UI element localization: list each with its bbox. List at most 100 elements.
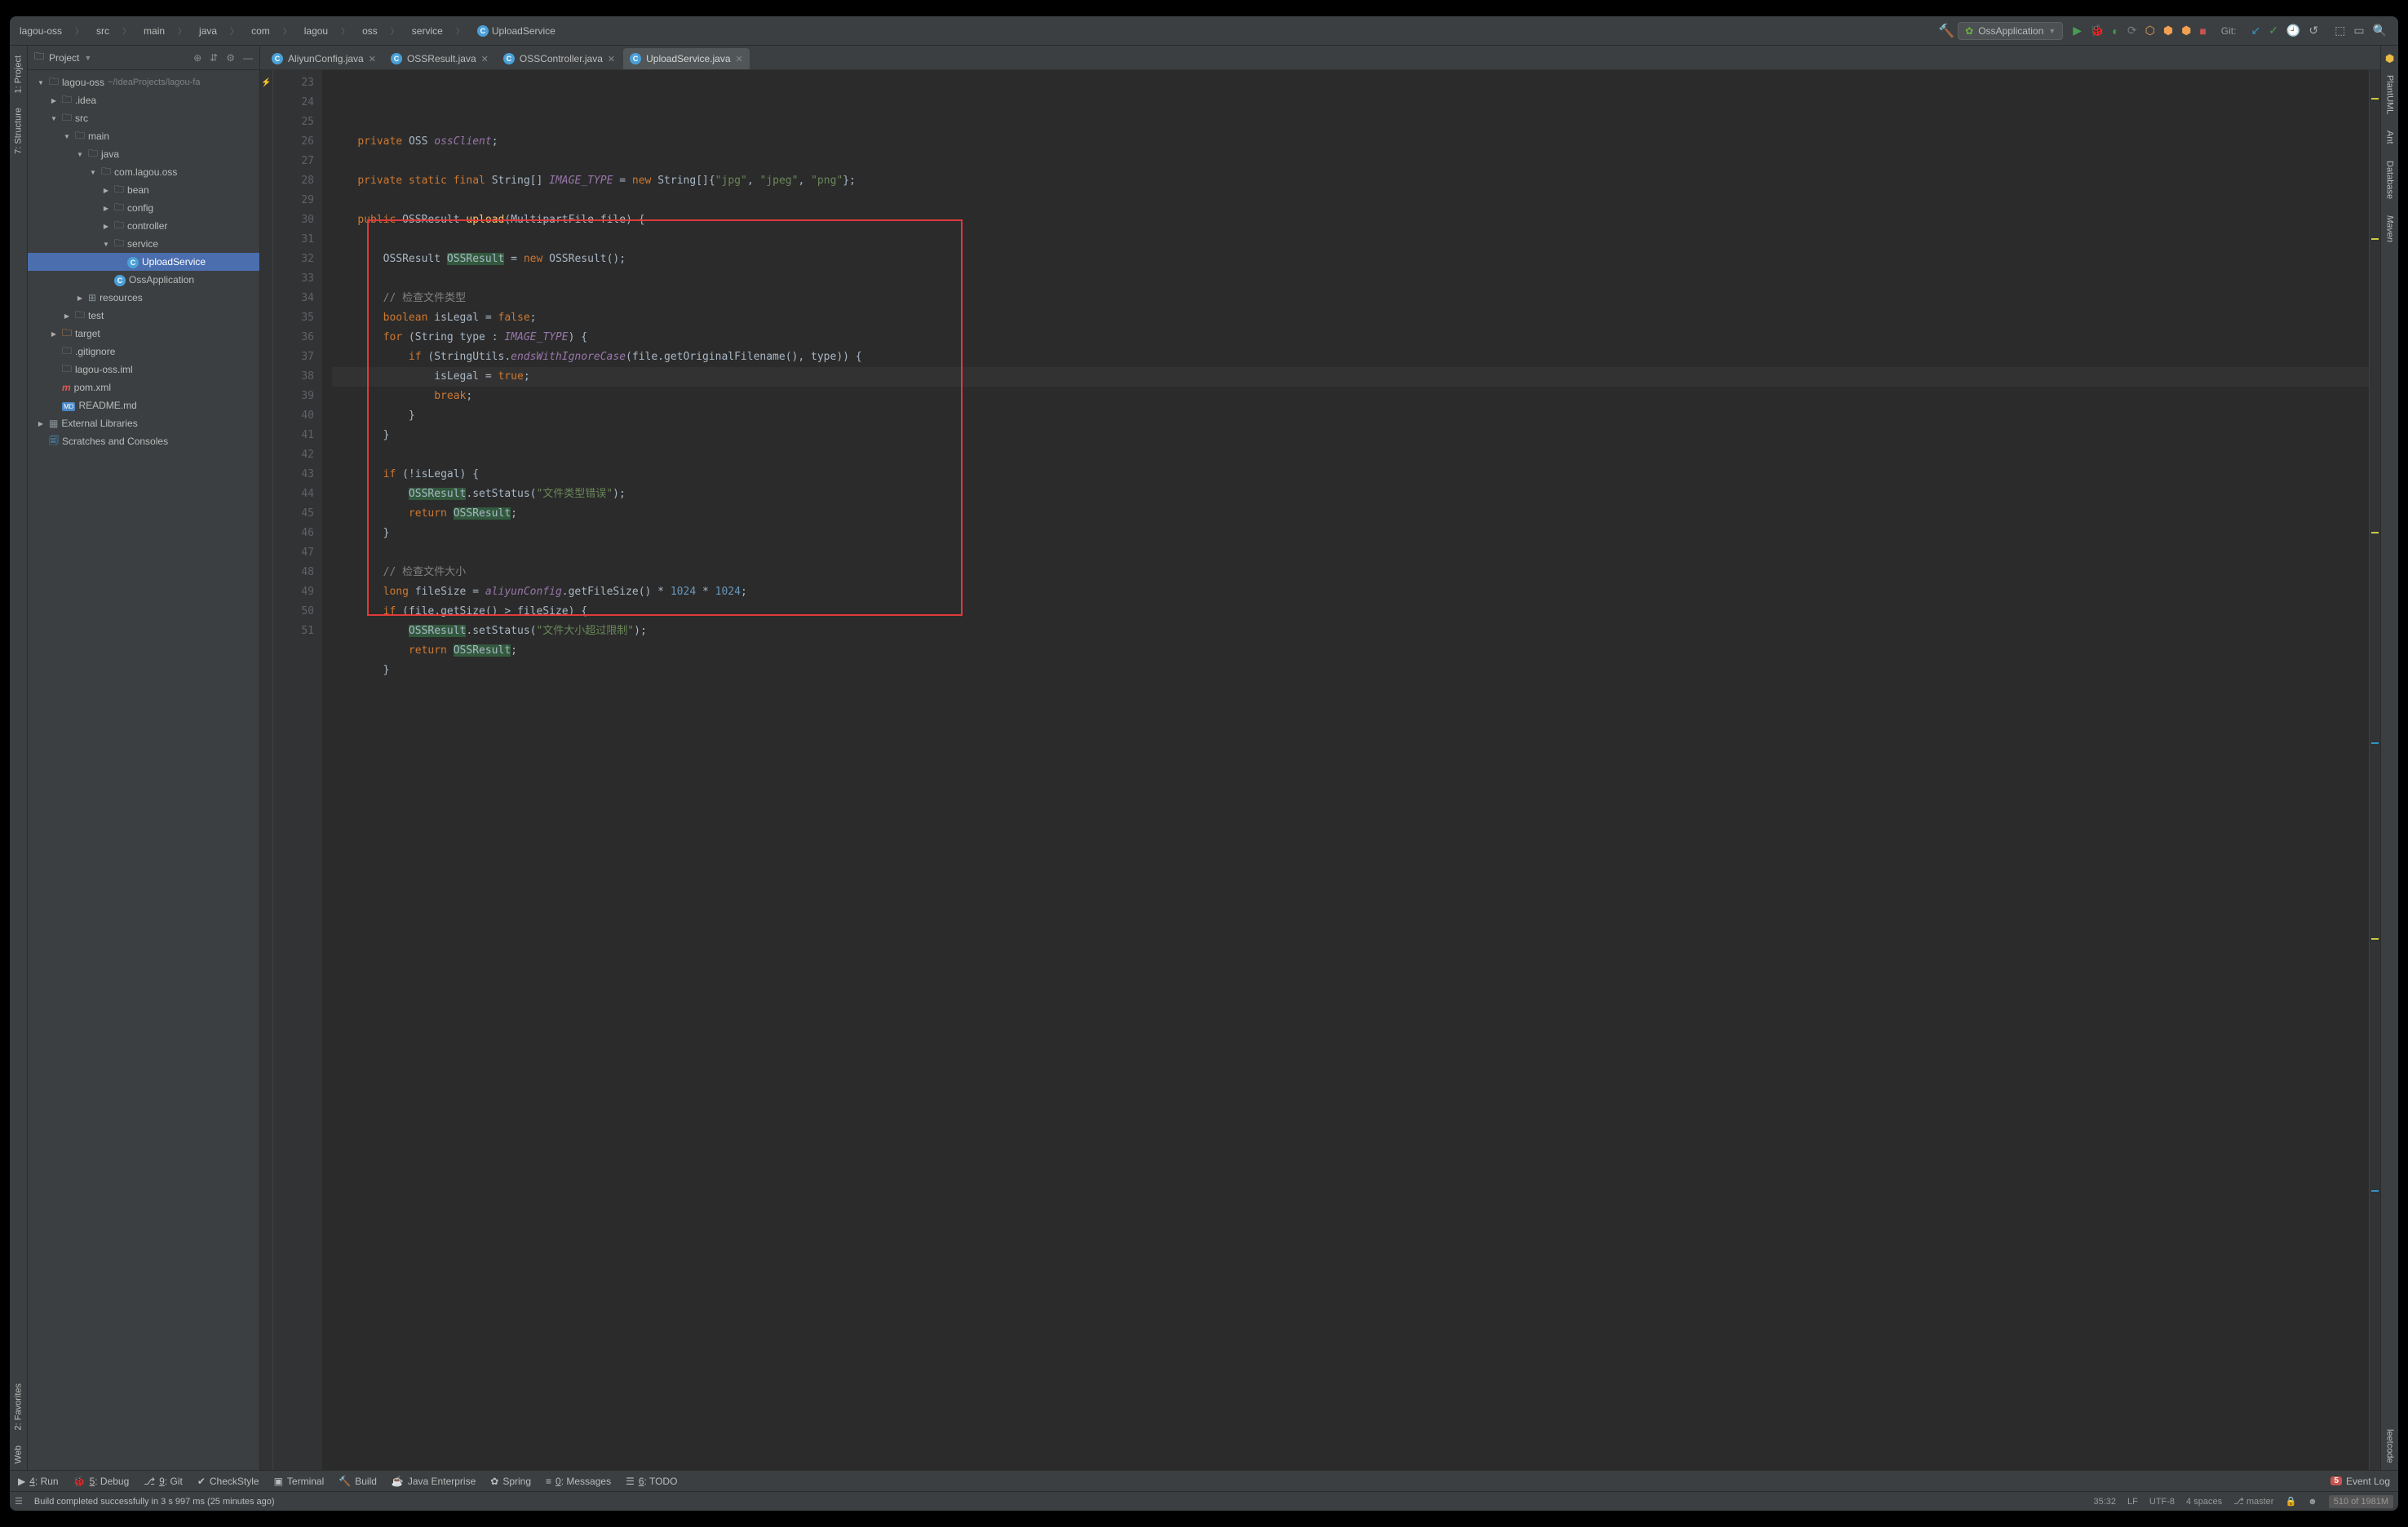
tree-src[interactable]: ▼🗀src bbox=[28, 109, 259, 127]
code-line[interactable]: if (!isLegal) { bbox=[332, 465, 2369, 485]
tab-OSSResult.java[interactable]: COSSResult.java✕ bbox=[384, 48, 495, 69]
tab-AliyunConfig.java[interactable]: CAliyunConfig.java✕ bbox=[265, 48, 383, 69]
event-log-button[interactable]: 5Event Log bbox=[2331, 1476, 2390, 1487]
close-icon[interactable]: ✕ bbox=[736, 54, 743, 64]
breadcrumb[interactable]: lagou-oss〉src〉main〉java〉com〉lagou〉oss〉se… bbox=[15, 21, 560, 40]
tool-plantuml[interactable]: PlantUML bbox=[2384, 69, 2397, 121]
tree-README.md[interactable]: MDREADME.md bbox=[28, 396, 259, 414]
overview-ruler[interactable] bbox=[2369, 70, 2380, 1470]
tree-twistie[interactable]: ▼ bbox=[101, 241, 111, 248]
tree-UploadService[interactable]: CUploadService bbox=[28, 253, 259, 271]
breadcrumb-com[interactable]: com bbox=[246, 22, 275, 40]
tree-lagou-oss[interactable]: ▼🗀lagou-oss ~/IdeaProjects/lagou-fa bbox=[28, 73, 259, 91]
tree-twistie[interactable]: ▶ bbox=[62, 312, 72, 320]
search-everywhere-button[interactable]: 🔍 bbox=[2373, 24, 2387, 38]
tool-terminal[interactable]: ▣Terminal bbox=[274, 1476, 325, 1487]
tool-todo[interactable]: ☰6: TODO bbox=[626, 1476, 677, 1487]
code-line[interactable]: if (StringUtils.endsWithIgnoreCase(file.… bbox=[332, 347, 2369, 367]
code-line[interactable] bbox=[332, 152, 2369, 171]
indent[interactable]: 4 spaces bbox=[2186, 1497, 2222, 1507]
tool-spring[interactable]: ✿Spring bbox=[490, 1476, 531, 1487]
tool-favorites[interactable]: 2: Favorites bbox=[10, 1377, 27, 1436]
tool-leetcode[interactable]: leetcode bbox=[2384, 1423, 2397, 1470]
breadcrumb-src[interactable]: src bbox=[91, 22, 114, 40]
build-icon[interactable]: 🔨 bbox=[1938, 23, 1954, 39]
debug-button[interactable]: 🐞 bbox=[2090, 24, 2104, 38]
tree-twistie[interactable]: ▼ bbox=[75, 151, 85, 158]
tool-structure[interactable]: 7: Structure bbox=[10, 101, 27, 161]
tree-lagou-oss.iml[interactable]: 🗀lagou-oss.iml bbox=[28, 361, 259, 378]
code-line[interactable]: for (String type : IMAGE_TYPE) { bbox=[332, 328, 2369, 347]
chevron-down-icon[interactable]: ▼ bbox=[84, 54, 91, 62]
file-encoding[interactable]: UTF-8 bbox=[2149, 1497, 2175, 1507]
attach-button[interactable]: ⬡ bbox=[2145, 24, 2155, 38]
close-icon[interactable]: ✕ bbox=[369, 54, 376, 64]
tree-java[interactable]: ▼🗀java bbox=[28, 145, 259, 163]
tool-checkstyle[interactable]: ✔CheckStyle bbox=[197, 1476, 259, 1487]
tree-twistie[interactable]: ▶ bbox=[49, 330, 59, 338]
tool-database[interactable]: Database bbox=[2384, 154, 2397, 206]
tree-Scratches and Consoles[interactable]: 🗐Scratches and Consoles bbox=[28, 432, 259, 450]
git-revert-button[interactable]: ↺ bbox=[2308, 24, 2318, 38]
tree-bean[interactable]: ▶🗀bean bbox=[28, 181, 259, 199]
tool-javaenterprise[interactable]: ☕Java Enterprise bbox=[392, 1476, 476, 1487]
tool-maven[interactable]: Maven bbox=[2384, 209, 2397, 249]
git-update-button[interactable]: ↙ bbox=[2251, 24, 2260, 38]
code-line[interactable]: // 检查文件大小 bbox=[332, 563, 2369, 582]
code-line[interactable]: } bbox=[332, 426, 2369, 445]
code-line[interactable] bbox=[332, 445, 2369, 465]
tool-web[interactable]: Web bbox=[10, 1439, 27, 1470]
code-line[interactable]: if (file.getSize() > fileSize) { bbox=[332, 602, 2369, 622]
tree-twistie[interactable]: ▼ bbox=[88, 169, 98, 176]
code-line[interactable]: break; bbox=[332, 387, 2369, 406]
memory-indicator[interactable]: 510 of 1981M bbox=[2329, 1495, 2393, 1508]
tree-twistie[interactable]: ▼ bbox=[49, 115, 59, 122]
tree-twistie[interactable]: ▶ bbox=[75, 294, 85, 302]
breadcrumb-service[interactable]: service bbox=[407, 22, 448, 40]
git-history-button[interactable]: 🕘 bbox=[2286, 24, 2300, 38]
tree-com.lagou.oss[interactable]: ▼🗀com.lagou.oss bbox=[28, 163, 259, 181]
tree-test[interactable]: ▶🗀test bbox=[28, 307, 259, 325]
ide-update-button[interactable]: ⬚ bbox=[2335, 24, 2345, 38]
close-icon[interactable]: ✕ bbox=[608, 54, 615, 64]
breadcrumb-UploadService[interactable]: C UploadService bbox=[472, 22, 560, 40]
hide-icon[interactable]: — bbox=[243, 52, 253, 64]
code-line[interactable]: } bbox=[332, 524, 2369, 543]
project-tree[interactable]: ▼🗀lagou-oss ~/IdeaProjects/lagou-fa▶🗀.id… bbox=[28, 70, 259, 1470]
tree-twistie[interactable]: ▶ bbox=[101, 223, 111, 230]
lock-icon[interactable]: 🔒 bbox=[2285, 1496, 2296, 1507]
tool-project[interactable]: 1: Project bbox=[10, 49, 27, 100]
tree-target[interactable]: ▶🗀target bbox=[28, 325, 259, 343]
tree-.gitignore[interactable]: 🗀.gitignore bbox=[28, 343, 259, 361]
tree-service[interactable]: ▼🗀service bbox=[28, 235, 259, 253]
code-line[interactable]: return OSSResult; bbox=[332, 504, 2369, 524]
tree-pom.xml[interactable]: mpom.xml bbox=[28, 378, 259, 396]
code-line[interactable]: OSSResult.setStatus("文件类型错误"); bbox=[332, 485, 2369, 504]
code-line[interactable]: public OSSResult upload(MultipartFile fi… bbox=[332, 210, 2369, 230]
breadcrumb-main[interactable]: main bbox=[139, 22, 170, 40]
run-button[interactable]: ▶ bbox=[2073, 24, 2082, 38]
tree-twistie[interactable]: ▼ bbox=[36, 79, 46, 86]
tab-OSSController.java[interactable]: COSSController.java✕ bbox=[497, 48, 622, 69]
avatar-icon[interactable]: ☻ bbox=[2308, 1497, 2317, 1507]
code-line[interactable]: isLegal = true; bbox=[332, 367, 2369, 387]
ide-screen-button[interactable]: ▭ bbox=[2353, 24, 2364, 38]
code-line[interactable]: private OSS ossClient; bbox=[332, 132, 2369, 152]
git-branch[interactable]: ⎇ master bbox=[2233, 1496, 2273, 1507]
code-line[interactable]: OSSResult OSSResult = new OSSResult(); bbox=[332, 250, 2369, 269]
tree-twistie[interactable]: ▼ bbox=[62, 133, 72, 140]
expand-icon[interactable]: ⇵ bbox=[210, 52, 218, 64]
breadcrumb-java[interactable]: java bbox=[194, 22, 222, 40]
code-line[interactable] bbox=[332, 191, 2369, 210]
breadcrumb-lagou[interactable]: lagou bbox=[299, 22, 333, 40]
tree-config[interactable]: ▶🗀config bbox=[28, 199, 259, 217]
code-line[interactable]: } bbox=[332, 406, 2369, 426]
tab-UploadService.java[interactable]: CUploadService.java✕ bbox=[623, 48, 750, 69]
caret-position[interactable]: 35:32 bbox=[2094, 1497, 2117, 1507]
line-separator[interactable]: LF bbox=[2127, 1497, 2138, 1507]
stop-button[interactable]: ■ bbox=[2199, 24, 2206, 38]
tree-resources[interactable]: ▶⊞resources bbox=[28, 289, 259, 307]
breadcrumb-lagou-oss[interactable]: lagou-oss bbox=[15, 22, 67, 40]
tree-twistie[interactable]: ▶ bbox=[101, 205, 111, 212]
code-line[interactable]: private static final String[] IMAGE_TYPE… bbox=[332, 171, 2369, 191]
